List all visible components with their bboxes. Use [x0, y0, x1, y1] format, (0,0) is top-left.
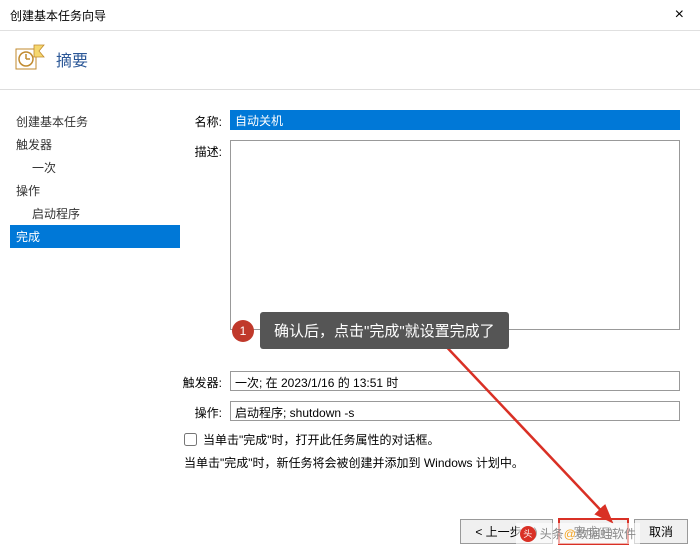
- sidebar-item[interactable]: 触发器: [10, 133, 180, 156]
- sidebar-item[interactable]: 创建基本任务: [10, 110, 180, 133]
- action-label: 操作:: [180, 401, 230, 421]
- annotation-number: 1: [232, 320, 254, 342]
- wizard-header: 摘要: [0, 31, 700, 89]
- back-button[interactable]: < 上一步(B): [460, 519, 552, 544]
- open-properties-label: 当单击"完成"时，打开此任务属性的对话框。: [203, 431, 440, 448]
- name-label: 名称:: [180, 110, 230, 130]
- trigger-value: 一次; 在 2023/1/16 的 13:51 时: [230, 371, 680, 391]
- cancel-button[interactable]: 取消: [634, 519, 688, 544]
- window-title: 创建基本任务向导: [10, 7, 106, 24]
- wizard-buttons: < 上一步(B) 完成(F) 取消: [460, 519, 688, 544]
- action-value: 启动程序; shutdown -s: [230, 401, 680, 421]
- row-action: 操作: 启动程序; shutdown -s: [180, 401, 680, 421]
- description-input[interactable]: [230, 140, 680, 330]
- titlebar: 创建基本任务向导 ×: [0, 0, 700, 31]
- sidebar-item[interactable]: 操作: [10, 179, 180, 202]
- sidebar-item[interactable]: 启动程序: [10, 202, 180, 225]
- row-open-properties: 当单击"完成"时，打开此任务属性的对话框。: [180, 431, 680, 448]
- sidebar-item[interactable]: 完成: [10, 225, 180, 248]
- row-description: 描述:: [180, 140, 680, 333]
- info-text: 当单击"完成"时，新任务将会被创建并添加到 Windows 计划中。: [180, 454, 680, 471]
- clock-wizard-icon: [14, 43, 46, 75]
- name-input[interactable]: [230, 110, 680, 130]
- wizard-body: 创建基本任务触发器一次操作启动程序完成 名称: 描述: 触发器: 一次; 在 2…: [0, 90, 700, 471]
- annotation-callout: 1 确认后，点击"完成"就设置完成了: [232, 312, 509, 349]
- close-icon[interactable]: ×: [669, 6, 690, 24]
- row-trigger: 触发器: 一次; 在 2023/1/16 的 13:51 时: [180, 371, 680, 391]
- description-label: 描述:: [180, 140, 230, 333]
- row-name: 名称:: [180, 110, 680, 130]
- open-properties-checkbox[interactable]: [184, 433, 197, 446]
- finish-button[interactable]: 完成(F): [559, 519, 628, 544]
- wizard-form: 名称: 描述: 触发器: 一次; 在 2023/1/16 的 13:51 时 操…: [180, 90, 690, 471]
- wizard-sidebar: 创建基本任务触发器一次操作启动程序完成: [10, 90, 180, 471]
- page-title: 摘要: [56, 47, 88, 71]
- trigger-label: 触发器:: [180, 371, 230, 391]
- annotation-text: 确认后，点击"完成"就设置完成了: [260, 312, 509, 349]
- sidebar-item[interactable]: 一次: [10, 156, 180, 179]
